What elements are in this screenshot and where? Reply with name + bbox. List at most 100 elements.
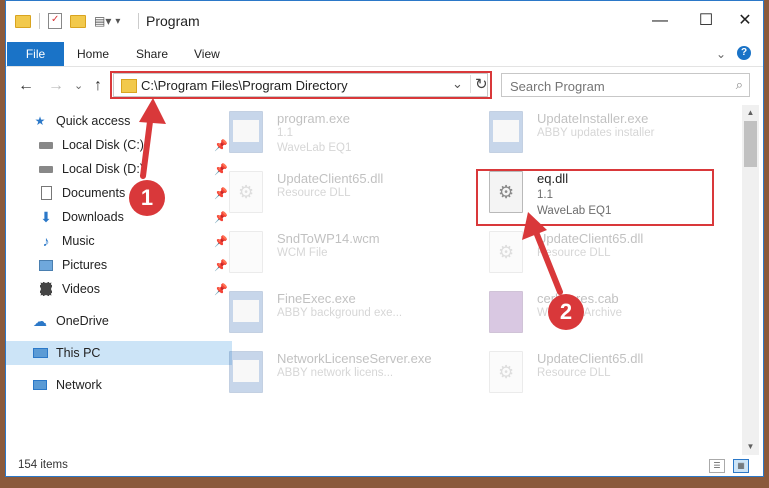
- vertical-scrollbar[interactable]: ▲ ▼: [742, 105, 759, 455]
- tab-view[interactable]: View: [194, 42, 220, 66]
- exe-file-icon: [229, 291, 263, 333]
- sidebar-item-pictures[interactable]: Pictures 📌: [6, 253, 238, 277]
- file-name: UpdateClient65.dll: [277, 171, 384, 186]
- file-item[interactable]: program.exe 1.1 WaveLab EQ1: [219, 107, 449, 159]
- dll-file-icon: [489, 231, 523, 273]
- up-icon[interactable]: ↑: [94, 77, 102, 95]
- sidebar-item-music[interactable]: ♪ Music 📌: [6, 229, 238, 253]
- details-view-icon[interactable]: ☰: [709, 459, 725, 473]
- dll-file-icon: [489, 351, 523, 393]
- file-item[interactable]: UpdateClient65.dll Resource DLL: [479, 227, 709, 279]
- file-detail: ABBY background exe...: [277, 307, 403, 319]
- new-folder-icon[interactable]: [70, 14, 86, 28]
- sidebar-item-label: Local Disk (D:): [62, 162, 144, 176]
- large-icons-view-icon[interactable]: ▦: [733, 459, 749, 473]
- sidebar-item-onedrive[interactable]: ☁ OneDrive: [6, 309, 232, 333]
- address-highlight-box: [110, 71, 492, 99]
- sidebar-item-label: Music: [62, 234, 95, 248]
- back-icon[interactable]: ←: [18, 77, 34, 95]
- scroll-down-icon[interactable]: ▼: [742, 439, 759, 455]
- sidebar-item-videos[interactable]: Videos 📌: [6, 277, 238, 301]
- sidebar-item-downloads[interactable]: ⬇ Downloads 📌: [6, 205, 238, 229]
- item-count: 154 items: [18, 459, 68, 471]
- file-item[interactable]: NetworkLicenseServer.exe ABBY network li…: [219, 347, 449, 399]
- download-icon: ⬇: [40, 209, 52, 225]
- file-detail: Resource DLL: [537, 247, 611, 259]
- step-2-badge: 2: [548, 294, 584, 330]
- title-divider: [138, 13, 139, 29]
- divider: [39, 13, 40, 29]
- network-icon: [32, 378, 48, 392]
- document-file-icon: [229, 231, 263, 273]
- drive-icon: [38, 162, 54, 176]
- expand-ribbon-icon[interactable]: ⌄: [716, 42, 726, 66]
- file-list: program.exe 1.1 WaveLab EQ1 UpdateInstal…: [219, 105, 741, 455]
- help-icon[interactable]: ?: [737, 46, 751, 60]
- sidebar-item-label: Documents: [62, 186, 126, 200]
- file-name: UpdateClient65.dll: [537, 351, 644, 366]
- file-name: UpdateInstaller.exe: [537, 111, 649, 126]
- sidebar-item-label: This PC: [56, 346, 101, 360]
- file-detail: WaveLab EQ1: [277, 142, 352, 154]
- file-item[interactable]: UpdateClient65.dll Resource DLL: [219, 167, 449, 219]
- sidebar-item-label: Quick access: [56, 114, 131, 128]
- pictures-icon: [38, 258, 54, 272]
- dll-file-icon: [229, 171, 263, 213]
- drive-icon: [38, 138, 54, 152]
- sidebar-item-local-disk-c[interactable]: Local Disk (C:) 📌: [6, 133, 238, 157]
- sidebar-item-network[interactable]: Network: [6, 373, 232, 397]
- file-detail: ABBY network licens...: [277, 367, 394, 379]
- explorer-window: ✓ ▤▾ ▾ Program — ☐ ✕ File Home Share Vie…: [5, 0, 764, 477]
- window-title: Program: [146, 13, 200, 29]
- cloud-icon: ☁: [33, 313, 47, 329]
- title-bar: ✓ ▤▾ ▾ Program — ☐ ✕: [6, 1, 763, 41]
- sidebar-item-label: Local Disk (C:): [62, 138, 144, 152]
- navigation-pane: ★ Quick access Local Disk (C:) 📌 Local D…: [6, 105, 232, 455]
- view-options-icon[interactable]: ▤▾: [94, 14, 111, 28]
- tab-file[interactable]: File: [7, 42, 64, 66]
- file-detail: Resource DLL: [277, 187, 351, 199]
- exe-file-icon: [229, 111, 263, 153]
- file-item[interactable]: UpdateClient65.dll Resource DLL: [479, 347, 709, 399]
- file-item[interactable]: UpdateInstaller.exe ABBY updates install…: [479, 107, 709, 159]
- file-item[interactable]: cerkeeres.cab WinRAR Archive: [479, 287, 709, 339]
- sidebar-item-label: Pictures: [62, 258, 108, 272]
- search-icon[interactable]: ⌕: [736, 77, 743, 93]
- close-button[interactable]: ✕: [722, 9, 763, 33]
- navigation-bar: ← → ⌄ ↑ C:\Program Files\Program Directo…: [6, 67, 763, 103]
- tab-share[interactable]: Share: [136, 42, 168, 66]
- sidebar-item-label: Network: [56, 378, 102, 392]
- file-name: NetworkLicenseServer.exe: [277, 351, 432, 366]
- file-name: FineExec.exe: [277, 291, 356, 306]
- file-name: UpdateClient65.dll: [537, 231, 644, 246]
- sidebar-item-quick-access[interactable]: ★ Quick access: [6, 109, 232, 133]
- tab-home[interactable]: Home: [77, 42, 109, 66]
- minimize-button[interactable]: —: [637, 9, 683, 33]
- sidebar-item-this-pc[interactable]: This PC: [6, 341, 232, 365]
- folder-icon: [15, 14, 31, 28]
- sidebar-item-local-disk-d[interactable]: Local Disk (D:) 📌: [6, 157, 238, 181]
- search-input[interactable]: [508, 75, 712, 97]
- file-detail: 1.1: [277, 127, 293, 139]
- file-name: SndToWP14.wcm: [277, 231, 380, 246]
- exe-file-icon: [489, 111, 523, 153]
- customize-toolbar-icon[interactable]: ▾: [115, 16, 120, 27]
- file-name: program.exe: [277, 111, 350, 126]
- archive-file-icon: [489, 291, 523, 333]
- sidebar-item-documents[interactable]: Documents 📌: [6, 181, 238, 205]
- scroll-thumb[interactable]: [744, 121, 757, 167]
- properties-icon[interactable]: ✓: [48, 13, 62, 29]
- ribbon-tabs: File Home Share View ⌄ ?: [6, 41, 763, 67]
- sidebar-item-label: Downloads: [62, 210, 124, 224]
- scroll-up-icon[interactable]: ▲: [742, 105, 759, 121]
- sidebar-item-label: Videos: [62, 282, 100, 296]
- forward-icon[interactable]: →: [48, 77, 64, 95]
- file-item[interactable]: FineExec.exe ABBY background exe...: [219, 287, 449, 339]
- sidebar-item-label: OneDrive: [56, 314, 109, 328]
- recent-locations-icon[interactable]: ⌄: [74, 79, 83, 92]
- file-detail: WCM File: [277, 247, 328, 259]
- search-box[interactable]: ⌕: [501, 73, 750, 97]
- file-item[interactable]: SndToWP14.wcm WCM File: [219, 227, 449, 279]
- step-1-badge: 1: [129, 180, 165, 216]
- documents-icon: [38, 186, 54, 200]
